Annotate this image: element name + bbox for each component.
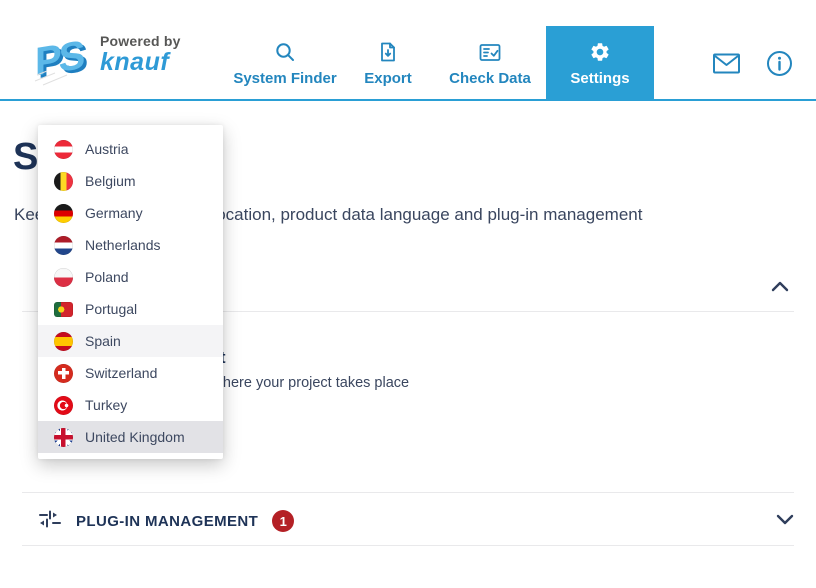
plugin-count-badge: 1	[272, 510, 294, 532]
top-nav-bar: PS PS Powered by knauf System Finder	[0, 0, 816, 101]
flag-spain-icon	[54, 332, 73, 351]
sliders-icon	[38, 507, 62, 536]
nav-item-settings[interactable]: Settings	[546, 26, 654, 101]
ps-logo-icon: PS PS	[33, 25, 91, 92]
knauf-brand-label: knauf	[100, 49, 181, 75]
section-divider	[22, 492, 794, 493]
country-option-poland[interactable]: Poland	[38, 261, 223, 293]
plugin-management-section-header[interactable]: PLUG-IN MANAGEMENT 1	[38, 498, 794, 544]
header-actions	[712, 50, 793, 82]
nav-item-export[interactable]: Export	[342, 26, 434, 101]
flag-belgium-icon	[54, 172, 73, 191]
search-icon	[274, 41, 296, 63]
check-data-icon	[478, 41, 502, 63]
country-option-portugal[interactable]: Portugal	[38, 293, 223, 325]
flag-turkey-icon	[54, 396, 73, 415]
nav-item-system-finder[interactable]: System Finder	[228, 26, 342, 101]
mail-icon[interactable]	[712, 52, 741, 80]
gear-icon	[589, 41, 611, 63]
flag-poland-icon	[54, 268, 73, 287]
nav-label: System Finder	[233, 70, 336, 87]
country-dropdown-menu: Austria Belgium Germany Netherlands Pola…	[38, 125, 223, 459]
country-option-switzerland[interactable]: Switzerland	[38, 357, 223, 389]
app-logo[interactable]: PS PS Powered by knauf	[33, 25, 181, 92]
main-nav: System Finder Export	[228, 26, 654, 101]
powered-by-label: Powered by	[100, 33, 181, 49]
flag-switzerland-icon	[54, 364, 73, 383]
flag-austria-icon	[54, 140, 73, 159]
export-icon	[377, 41, 399, 63]
flag-germany-icon	[54, 204, 73, 223]
info-icon[interactable]	[766, 50, 793, 82]
app-window: PS PS Powered by knauf System Finder	[0, 0, 816, 588]
country-option-netherlands[interactable]: Netherlands	[38, 229, 223, 261]
plugin-management-title: PLUG-IN MANAGEMENT	[76, 513, 258, 530]
chevron-down-icon[interactable]	[776, 512, 794, 530]
nav-label: Export	[364, 70, 412, 87]
country-option-belgium[interactable]: Belgium	[38, 165, 223, 197]
nav-item-check-data[interactable]: Check Data	[434, 26, 546, 101]
nav-label: Settings	[570, 70, 629, 87]
country-option-germany[interactable]: Germany	[38, 197, 223, 229]
flag-portugal-icon	[54, 302, 73, 317]
nav-label: Check Data	[449, 70, 531, 87]
svg-text:PS: PS	[35, 32, 85, 85]
country-option-austria[interactable]: Austria	[38, 133, 223, 165]
chevron-up-icon[interactable]	[771, 279, 789, 297]
section-divider	[22, 545, 794, 546]
flag-united-kingdom-icon	[54, 428, 73, 447]
country-option-spain[interactable]: Spain	[38, 325, 223, 357]
flag-netherlands-icon	[54, 236, 73, 255]
country-option-turkey[interactable]: Turkey	[38, 389, 223, 421]
country-option-united-kingdom[interactable]: United Kingdom	[38, 421, 223, 453]
